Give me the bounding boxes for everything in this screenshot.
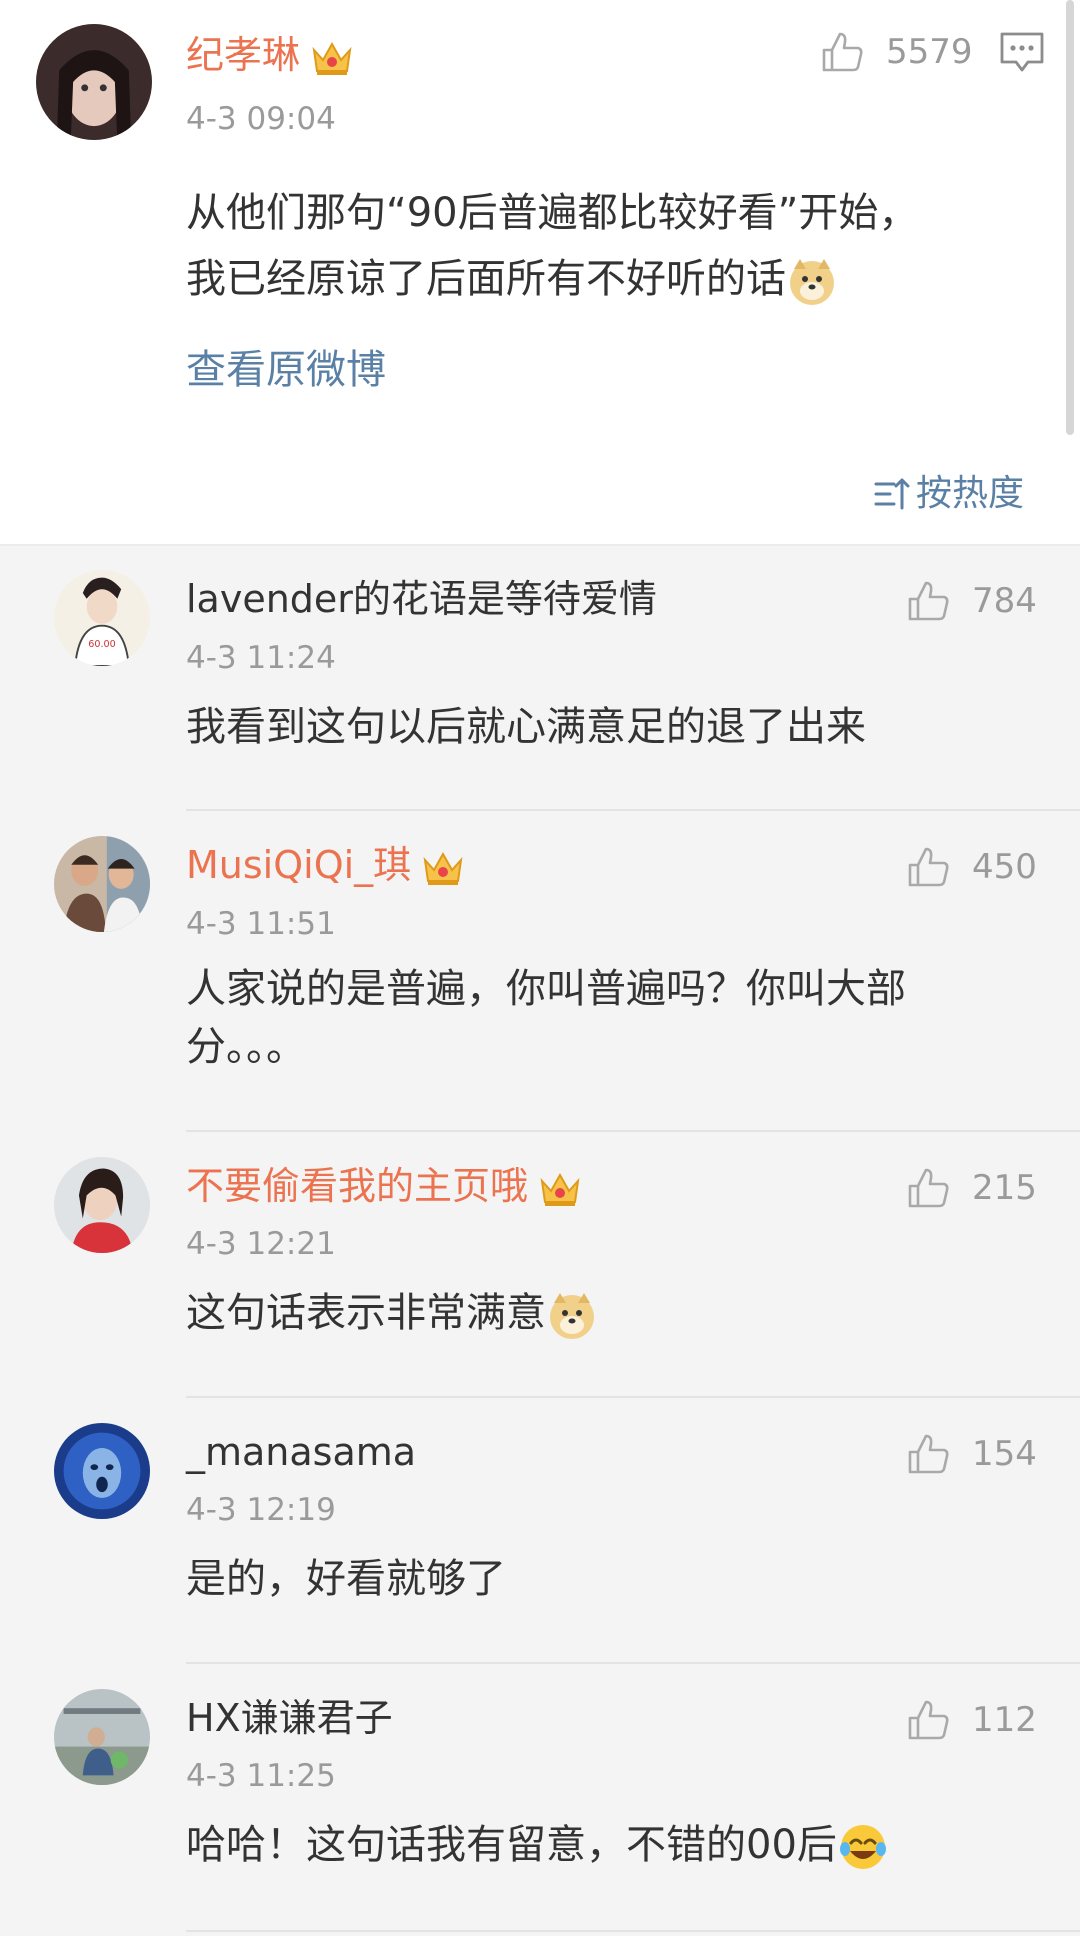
comment-text: 是的，好看就够了 <box>186 1556 506 1602</box>
avatar[interactable] <box>54 1423 150 1519</box>
divider <box>0 544 1080 546</box>
comment-author-name[interactable]: lavender的花语是等待爱情 <box>186 580 657 618</box>
comment-like-button[interactable]: 784 <box>904 577 1037 625</box>
comment-text: 哈哈！这句话我有留意，不错的00后 <box>186 1812 1046 1878</box>
comment-like-button[interactable]: 215 <box>904 1164 1037 1212</box>
comment-text-content: 哈哈！这句话我有留意，不错的00后 <box>186 1822 837 1868</box>
divider <box>186 1130 1080 1132</box>
comment-author-text[interactable]: MusiQiQi_琪 <box>186 843 411 887</box>
comment-like-count: 450 <box>972 847 1037 887</box>
post-author-name[interactable]: 纪孝琳 <box>186 36 354 78</box>
comment-author-name[interactable]: _manasama <box>186 1433 416 1471</box>
comment-like-count: 784 <box>972 581 1037 621</box>
avatar[interactable]: 60.00 <box>54 570 150 666</box>
comment-text-line-2: 分。。。 <box>186 1024 306 1070</box>
comment-text: 人家说的是普遍，你叫普遍吗？你叫大部 分。。。 <box>186 960 1046 1076</box>
sort-icon <box>874 478 910 510</box>
post-text-line-1: 从他们那句“90后普遍都比较好看”开始， <box>186 190 919 236</box>
comment-author-name[interactable]: MusiQiQi_琪 <box>186 846 465 888</box>
doge-emoji-icon <box>786 255 838 307</box>
comment-time: 4-3 12:21 <box>186 1226 336 1262</box>
comment-time: 4-3 11:51 <box>186 906 336 942</box>
svg-text:60.00: 60.00 <box>88 639 115 650</box>
thumb-up-icon <box>908 1700 949 1740</box>
scrollbar[interactable] <box>1066 0 1074 435</box>
comment-like-button[interactable]: 154 <box>904 1430 1037 1478</box>
thumb-up-icon <box>822 32 863 72</box>
post-text: 从他们那句“90后普遍都比较好看”开始， 我已经原谅了后面所有不好听的话 <box>186 180 1056 312</box>
comment-like-button[interactable]: 450 <box>904 843 1037 891</box>
comment-author-name[interactable]: 不要偷看我的主页哦 <box>186 1167 582 1209</box>
thumb-up-icon <box>908 581 949 621</box>
laughing-tears-emoji-icon <box>837 1821 889 1873</box>
comment-like-count: 215 <box>972 1168 1037 1208</box>
sort-label: 按热度 <box>916 473 1025 514</box>
comment-text: 我看到这句以后就心满意足的退了出来 <box>186 704 866 750</box>
comment-author-name[interactable]: HX谦谦君子 <box>186 1699 393 1737</box>
original-post-card: 纪孝琳 4-3 09:04 5579 从他们那句“90后普遍都比较好看”开始， … <box>0 0 1080 545</box>
comment-text-line-1: 人家说的是普遍，你叫普遍吗？你叫大部 <box>186 966 906 1012</box>
post-like-button[interactable]: 5579 <box>818 28 973 76</box>
avatar[interactable] <box>54 1157 150 1253</box>
comment-text: 这句话表示非常满意 <box>186 1280 1046 1346</box>
avatar[interactable] <box>36 24 152 140</box>
divider <box>186 1930 1080 1932</box>
doge-emoji-icon <box>546 1289 598 1341</box>
post-time: 4-3 09:04 <box>186 101 336 137</box>
comment-icon[interactable] <box>998 30 1046 76</box>
post-like-count: 5579 <box>886 32 973 72</box>
divider <box>186 809 1080 811</box>
divider <box>186 1662 1080 1664</box>
thumb-up-icon <box>908 1434 949 1474</box>
view-original-link[interactable]: 查看原微博 <box>186 350 386 390</box>
sort-by-hot-button[interactable]: 按热度 <box>872 474 1024 514</box>
comment-text-content: 这句话表示非常满意 <box>186 1290 546 1336</box>
comment-author-text[interactable]: 不要偷看我的主页哦 <box>186 1164 528 1208</box>
post-text-line-2: 我已经原谅了后面所有不好听的话 <box>186 246 1056 312</box>
post-text-line-2-text: 我已经原谅了后面所有不好听的话 <box>186 256 786 302</box>
post-author-text[interactable]: 纪孝琳 <box>186 33 300 77</box>
thumb-up-icon <box>908 847 949 887</box>
vip-crown-icon <box>310 38 354 78</box>
vip-crown-icon <box>538 1169 582 1209</box>
vip-crown-icon <box>421 848 465 888</box>
avatar[interactable] <box>54 1689 150 1785</box>
comment-time: 4-3 11:24 <box>186 640 336 676</box>
thumb-up-icon <box>908 1168 949 1208</box>
avatar[interactable] <box>54 836 150 932</box>
divider <box>186 1396 1080 1398</box>
comment-time: 4-3 11:25 <box>186 1758 336 1794</box>
comment-like-count: 112 <box>972 1700 1037 1740</box>
comment-like-count: 154 <box>972 1434 1037 1474</box>
comment-time: 4-3 12:19 <box>186 1492 336 1528</box>
comment-like-button[interactable]: 112 <box>904 1696 1037 1744</box>
